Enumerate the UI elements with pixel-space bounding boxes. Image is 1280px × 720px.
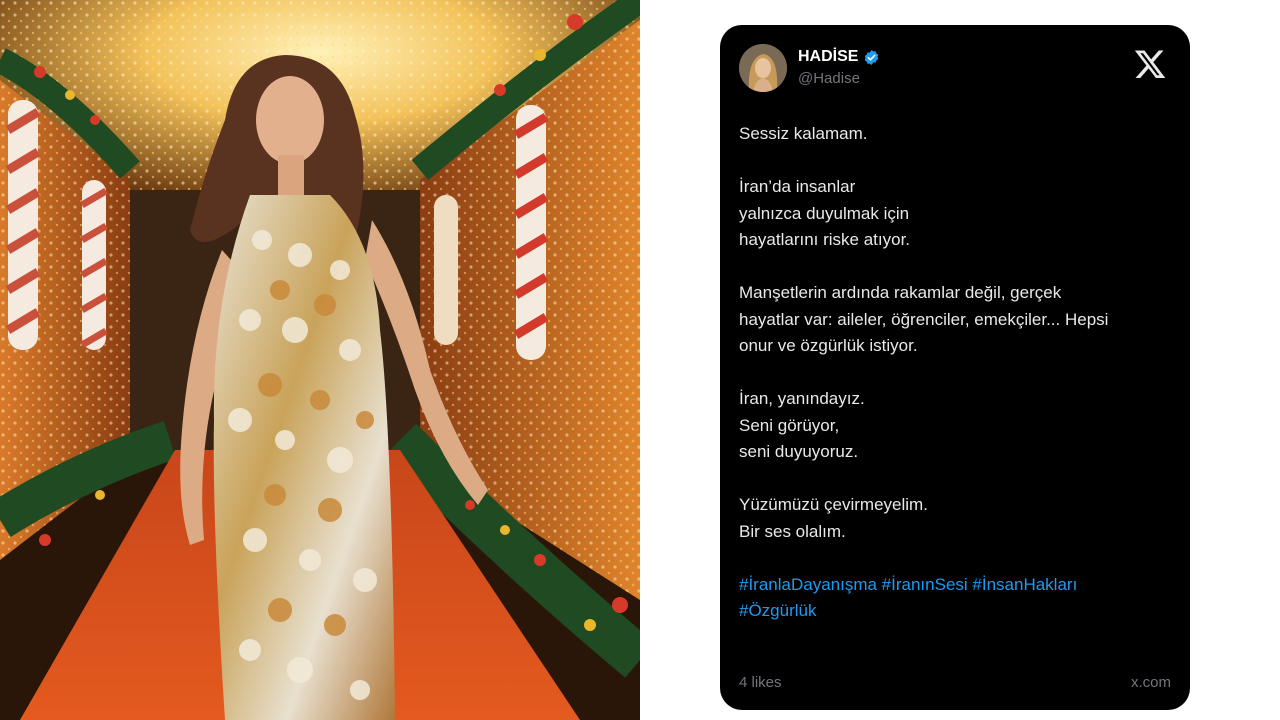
- x-logo-icon[interactable]: [1133, 47, 1167, 81]
- tweet-paragraph: İran’da insanlar yalnızca duyulmak için …: [739, 177, 911, 249]
- source-domain[interactable]: x.com: [1131, 674, 1171, 691]
- display-name[interactable]: HADİSE: [798, 48, 858, 66]
- event-photo: [0, 0, 640, 720]
- display-name-row[interactable]: HADİSE: [798, 48, 880, 66]
- photo-illustration: [0, 0, 640, 720]
- tweet-paragraph: Sessiz kalamam.: [739, 124, 868, 143]
- tweet-paragraph: Manşetlerin ardında rakamlar değil, gerç…: [739, 283, 1109, 355]
- tweet-paragraph: İran, yanındayız. Seni görüyor, seni duy…: [739, 389, 865, 461]
- avatar-image: [739, 44, 787, 92]
- hashtag-links[interactable]: #İranlaDayanışma #İranınSesi #İnsanHakla…: [739, 572, 1169, 625]
- user-handle[interactable]: @Hadise: [798, 70, 860, 87]
- likes-count[interactable]: 4 likes: [739, 674, 782, 691]
- tweet-paragraph: Yüzümüzü çevirmeyelim. Bir ses olalım.: [739, 495, 928, 541]
- tweet-card[interactable]: HADİSE @Hadise Sessiz kalamam. İran’da i…: [720, 25, 1190, 710]
- tweet-text: Sessiz kalamam. İran’da insanlar yalnızc…: [739, 121, 1169, 651]
- verified-badge-icon: [865, 49, 879, 65]
- profile-avatar[interactable]: [739, 44, 787, 92]
